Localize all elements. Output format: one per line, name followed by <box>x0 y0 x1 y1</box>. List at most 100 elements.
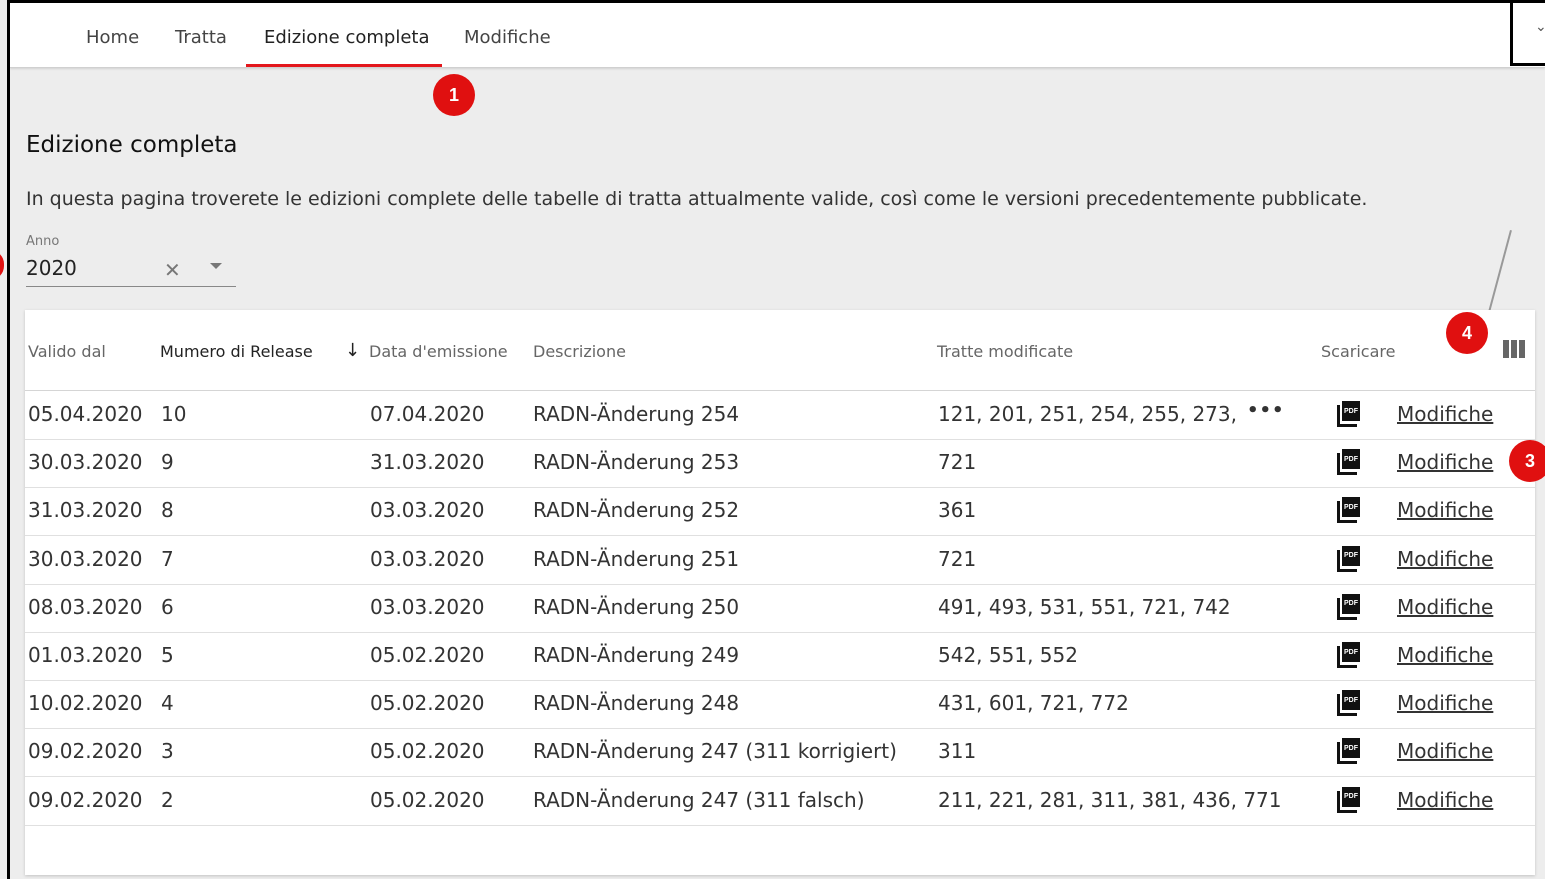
cell-valid-from: 08.03.2020 <box>28 594 143 619</box>
nav-home[interactable]: Home <box>86 27 139 48</box>
table-row: 08.03.2020 6 03.03.2020 RADN-Änderung 250 49… <box>25 584 1535 633</box>
cell-routes: 491, 493, 531, 551, 721, 742 <box>938 594 1231 619</box>
corner-menu-button[interactable]: ⌄ <box>1510 0 1545 66</box>
cell-release: 5 <box>161 643 174 667</box>
more-routes-button[interactable]: ••• <box>1247 400 1285 421</box>
annotation-marker-2 <box>0 250 4 280</box>
year-filter-select[interactable]: 2020 ✕ <box>26 254 236 287</box>
cell-routes: 361 <box>938 498 977 523</box>
modifiche-link[interactable]: Modifiche <box>1397 739 1493 763</box>
page-title: Edizione completa <box>26 132 238 158</box>
cell-issue-date: 05.02.2020 <box>370 739 485 764</box>
clear-icon[interactable]: ✕ <box>164 258 181 282</box>
modifiche-link[interactable]: Modifiche <box>1397 402 1493 426</box>
pdf-icon-label: PDF <box>1342 786 1360 807</box>
pdf-download-icon[interactable]: PDF <box>1337 642 1360 668</box>
table-row: 30.03.2020 9 31.03.2020 RADN-Änderung 253 72… <box>25 439 1535 489</box>
annotation-badge-1: 1 <box>433 74 475 116</box>
table-row: 05.04.2020 10 07.04.2020 RADN-Änderung 254 1… <box>25 391 1535 440</box>
pdf-icon-label: PDF <box>1342 593 1360 614</box>
dropdown-arrow-icon[interactable] <box>210 263 222 269</box>
cell-valid-from: 10.02.2020 <box>28 691 143 716</box>
cell-description: RADN-Änderung 254 <box>533 402 740 426</box>
active-tab-underline <box>246 64 442 67</box>
pdf-icon-label: PDF <box>1342 690 1360 711</box>
cell-issue-date: 07.04.2020 <box>370 402 485 426</box>
cell-routes: 721 <box>938 546 977 571</box>
table-row: 31.03.2020 8 03.03.2020 RADN-Änderung 252 36… <box>25 487 1535 537</box>
cell-valid-from: 09.02.2020 <box>28 739 143 764</box>
pdf-download-icon[interactable]: PDF <box>1337 690 1360 717</box>
annotation-badge-3: 3 <box>1509 440 1545 482</box>
cell-description: RADN-Änderung 249 <box>533 643 740 667</box>
header-description[interactable]: Descrizione <box>533 342 626 361</box>
cell-routes: 431, 601, 721, 772 <box>938 691 1129 716</box>
cell-valid-from: 05.04.2020 <box>28 402 143 426</box>
table-row: 10.02.2020 4 05.02.2020 RADN-Änderung 248 43… <box>25 680 1535 730</box>
cell-issue-date: 03.03.2020 <box>370 594 485 619</box>
table-row: 09.02.2020 2 05.02.2020 RADN-Änderung 247 (… <box>25 777 1535 826</box>
chevron-down-icon: ⌄ <box>1535 19 1545 35</box>
cell-release: 10 <box>161 402 187 426</box>
pdf-download-icon[interactable]: PDF <box>1337 545 1360 572</box>
pdf-icon-label: PDF <box>1342 449 1360 470</box>
pdf-download-icon[interactable]: PDF <box>1337 401 1360 427</box>
cell-release: 7 <box>161 546 174 571</box>
columns-icon[interactable] <box>1503 340 1525 358</box>
top-navigation: Home Tratta Edizione completa Modifiche <box>10 3 1545 68</box>
cell-routes: 121, 201, 251, 254, 255, 273, <box>938 402 1237 426</box>
sort-descending-icon[interactable]: ↓ <box>345 340 360 361</box>
cell-valid-from: 30.03.2020 <box>28 546 143 571</box>
table-row: 01.03.2020 5 05.02.2020 RADN-Änderung 249 54… <box>25 632 1535 681</box>
cell-issue-date: 05.02.2020 <box>370 643 485 667</box>
annotation-badge-4: 4 <box>1446 312 1488 354</box>
pdf-download-icon[interactable]: PDF <box>1337 738 1360 765</box>
cell-description: RADN-Änderung 247 (311 falsch) <box>533 787 865 812</box>
cell-description: RADN-Änderung 252 <box>533 498 740 523</box>
cell-routes: 542, 551, 552 <box>938 643 1078 667</box>
cell-routes: 721 <box>938 450 977 475</box>
nav-tratta[interactable]: Tratta <box>175 27 227 48</box>
modifiche-link[interactable]: Modifiche <box>1397 643 1493 667</box>
header-download: Scaricare <box>1321 342 1396 361</box>
cell-issue-date: 03.03.2020 <box>370 498 485 523</box>
modifiche-link[interactable]: Modifiche <box>1397 788 1493 812</box>
cell-issue-date: 31.03.2020 <box>370 450 485 475</box>
cell-valid-from: 30.03.2020 <box>28 450 143 475</box>
pdf-icon-label: PDF <box>1342 545 1360 566</box>
page-intro: In questa pagina troverete le edizioni c… <box>26 188 1368 210</box>
pdf-icon-label: PDF <box>1342 497 1360 518</box>
header-routes[interactable]: Tratte modificate <box>937 342 1073 361</box>
header-release[interactable]: Mumero di Release <box>160 342 313 361</box>
cell-issue-date: 05.02.2020 <box>370 787 485 812</box>
cell-issue-date: 05.02.2020 <box>370 691 485 716</box>
pdf-icon-label: PDF <box>1342 642 1360 662</box>
cell-release: 3 <box>161 739 174 764</box>
cell-routes: 211, 221, 281, 311, 381, 436, 771 <box>938 787 1282 812</box>
pdf-download-icon[interactable]: PDF <box>1337 593 1360 620</box>
cell-description: RADN-Änderung 247 (311 korrigiert) <box>533 739 897 764</box>
pdf-download-icon[interactable]: PDF <box>1337 449 1360 476</box>
cell-valid-from: 09.02.2020 <box>28 787 143 812</box>
nav-edizione-completa[interactable]: Edizione completa <box>264 27 430 48</box>
cell-routes: 311 <box>938 739 977 764</box>
year-filter-label: Anno <box>26 234 60 249</box>
header-valid-from[interactable]: Valido dal <box>28 342 106 361</box>
cell-valid-from: 31.03.2020 <box>28 498 143 523</box>
modifiche-link[interactable]: Modifiche <box>1397 595 1493 619</box>
cell-description: RADN-Änderung 251 <box>533 546 740 571</box>
modifiche-link[interactable]: Modifiche <box>1397 547 1493 571</box>
pdf-icon-label: PDF <box>1342 738 1360 759</box>
cell-release: 9 <box>161 450 174 475</box>
header-issue-date[interactable]: Data d'emissione <box>369 342 508 361</box>
modifiche-link[interactable]: Modifiche <box>1397 498 1493 522</box>
cell-issue-date: 03.03.2020 <box>370 546 485 571</box>
modifiche-link[interactable]: Modifiche <box>1397 450 1493 474</box>
cell-release: 8 <box>161 498 174 523</box>
modifiche-link[interactable]: Modifiche <box>1397 691 1493 715</box>
nav-modifiche[interactable]: Modifiche <box>464 27 551 48</box>
pdf-download-icon[interactable]: PDF <box>1337 497 1360 524</box>
year-filter-value: 2020 <box>26 256 77 280</box>
cell-release: 2 <box>161 787 174 812</box>
pdf-download-icon[interactable]: PDF <box>1337 786 1360 813</box>
